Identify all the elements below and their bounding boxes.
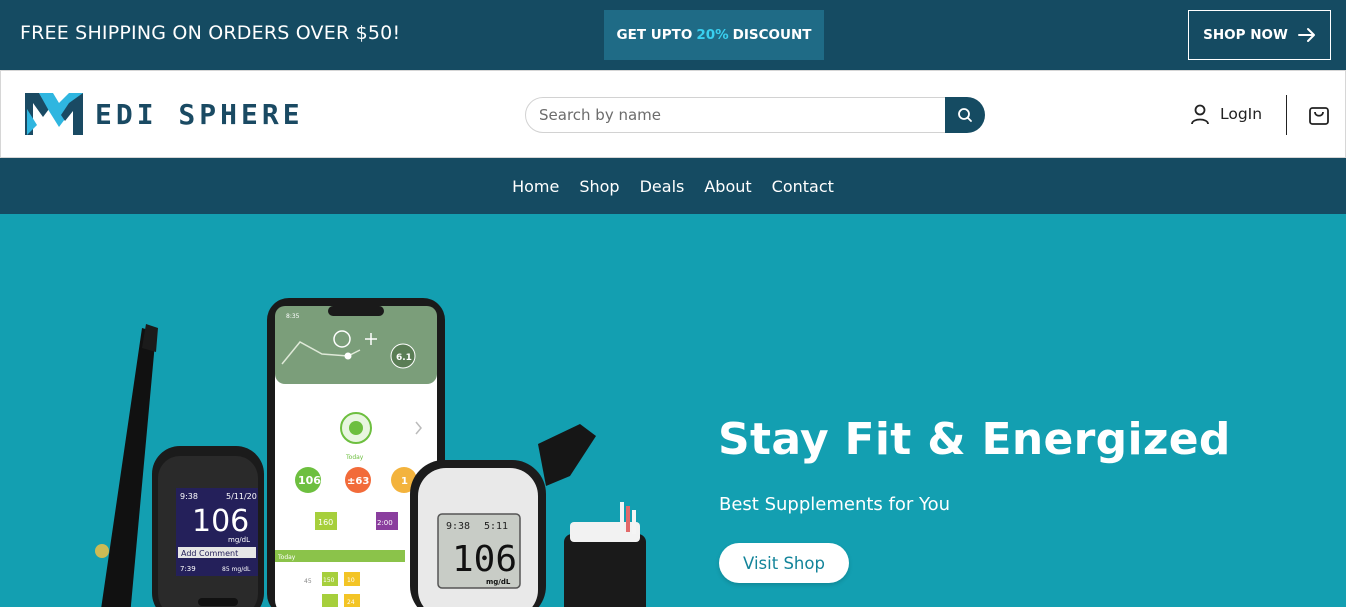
search-button[interactable] <box>945 97 985 133</box>
phone-top-value: 6.1 <box>396 353 412 363</box>
hero-subtitle: Best Supplements for You <box>719 494 951 515</box>
discount-promo-badge[interactable]: GET UPTO 20% DISCOUNT <box>604 10 824 60</box>
lancing-pen <box>95 324 158 607</box>
meter1-comment: Add Comment <box>181 549 238 558</box>
arrow-right-icon <box>1297 28 1315 42</box>
nav-item-deals[interactable]: Deals <box>640 177 685 196</box>
glucose-monitor-products-image: 8:35 6.1 Today 106 ±63 1 160 2:00 Today … <box>95 298 646 607</box>
shop-now-button[interactable]: SHOP NOW <box>1188 10 1331 60</box>
login-link[interactable]: LogIn <box>1189 103 1262 125</box>
nav-item-shop[interactable]: Shop <box>579 177 619 196</box>
phone-stat-1: 106 <box>298 474 321 487</box>
promo-prefix: GET UPTO <box>616 27 693 43</box>
meter2-date: 5:11 <box>484 521 508 532</box>
nav-item-about[interactable]: About <box>704 177 751 196</box>
hero-banner: 8:35 6.1 Today 106 ±63 1 160 2:00 Today … <box>0 214 1346 607</box>
medisphere-m-logo-icon <box>25 93 83 135</box>
search-bar <box>525 97 985 133</box>
phone-stat-3: 1 <box>401 476 408 487</box>
meter2-time: 9:38 <box>446 521 470 532</box>
site-logo[interactable]: EDI SPHERE <box>25 89 304 139</box>
visit-shop-button[interactable]: Visit Shop <box>719 543 849 583</box>
glucose-meter-right: 9:38 5:11 106 mg/dL <box>410 460 546 607</box>
phone-chip-2: 2:00 <box>377 519 393 527</box>
main-nav: Home Shop Deals About Contact <box>0 158 1346 214</box>
phone-chip-3: 150 <box>323 577 335 584</box>
glucose-meter-left: 9:38 5/11/20 106 mg/dL Add Comment 7:39 … <box>152 446 264 607</box>
phone-chip-1: 160 <box>318 518 333 527</box>
login-label: LogIn <box>1220 105 1263 123</box>
meter1-unit: mg/dL <box>228 536 250 544</box>
search-input[interactable] <box>525 97 965 133</box>
meter1-time: 9:38 <box>180 492 198 501</box>
search-icon <box>958 108 972 122</box>
phone-status-time: 8:35 <box>286 313 300 320</box>
meter2-unit: mg/dL <box>486 578 511 586</box>
user-icon <box>1191 104 1209 125</box>
meter1-date: 5/11/20 <box>226 492 257 501</box>
nav-item-contact[interactable]: Contact <box>772 177 834 196</box>
promo-percent: 20% <box>696 27 729 43</box>
meter1-value: 106 <box>192 504 249 539</box>
promo-suffix: DISCOUNT <box>732 27 812 43</box>
phone-chip-6: 45 <box>304 578 312 585</box>
shop-now-label: SHOP NOW <box>1203 27 1288 43</box>
announcement-bar: FREE SHIPPING ON ORDERS OVER $50! GET UP… <box>0 0 1346 70</box>
phone-chip-4: 10 <box>347 577 355 584</box>
hero-title: Stay Fit & Energized <box>718 414 1231 465</box>
brand-name: EDI SPHERE <box>95 97 304 131</box>
test-strip-container <box>538 424 646 607</box>
site-header: EDI SPHERE LogIn <box>0 70 1346 158</box>
phone-today-label: Today <box>345 454 364 461</box>
nav-item-home[interactable]: Home <box>512 177 559 196</box>
meter1-footer-time: 7:39 <box>180 565 196 573</box>
cart-button[interactable] <box>1307 103 1331 131</box>
header-divider <box>1286 95 1287 135</box>
free-shipping-text: FREE SHIPPING ON ORDERS OVER $50! <box>20 22 401 44</box>
shopping-bag-icon <box>1309 107 1329 125</box>
phone-stat-2: ±63 <box>347 476 369 487</box>
meter2-value: 106 <box>452 539 517 580</box>
phone-chip-5: 24 <box>347 599 355 606</box>
meter1-footer-value: 85 mg/dL <box>222 566 251 573</box>
phone-band-label: Today <box>277 554 296 561</box>
